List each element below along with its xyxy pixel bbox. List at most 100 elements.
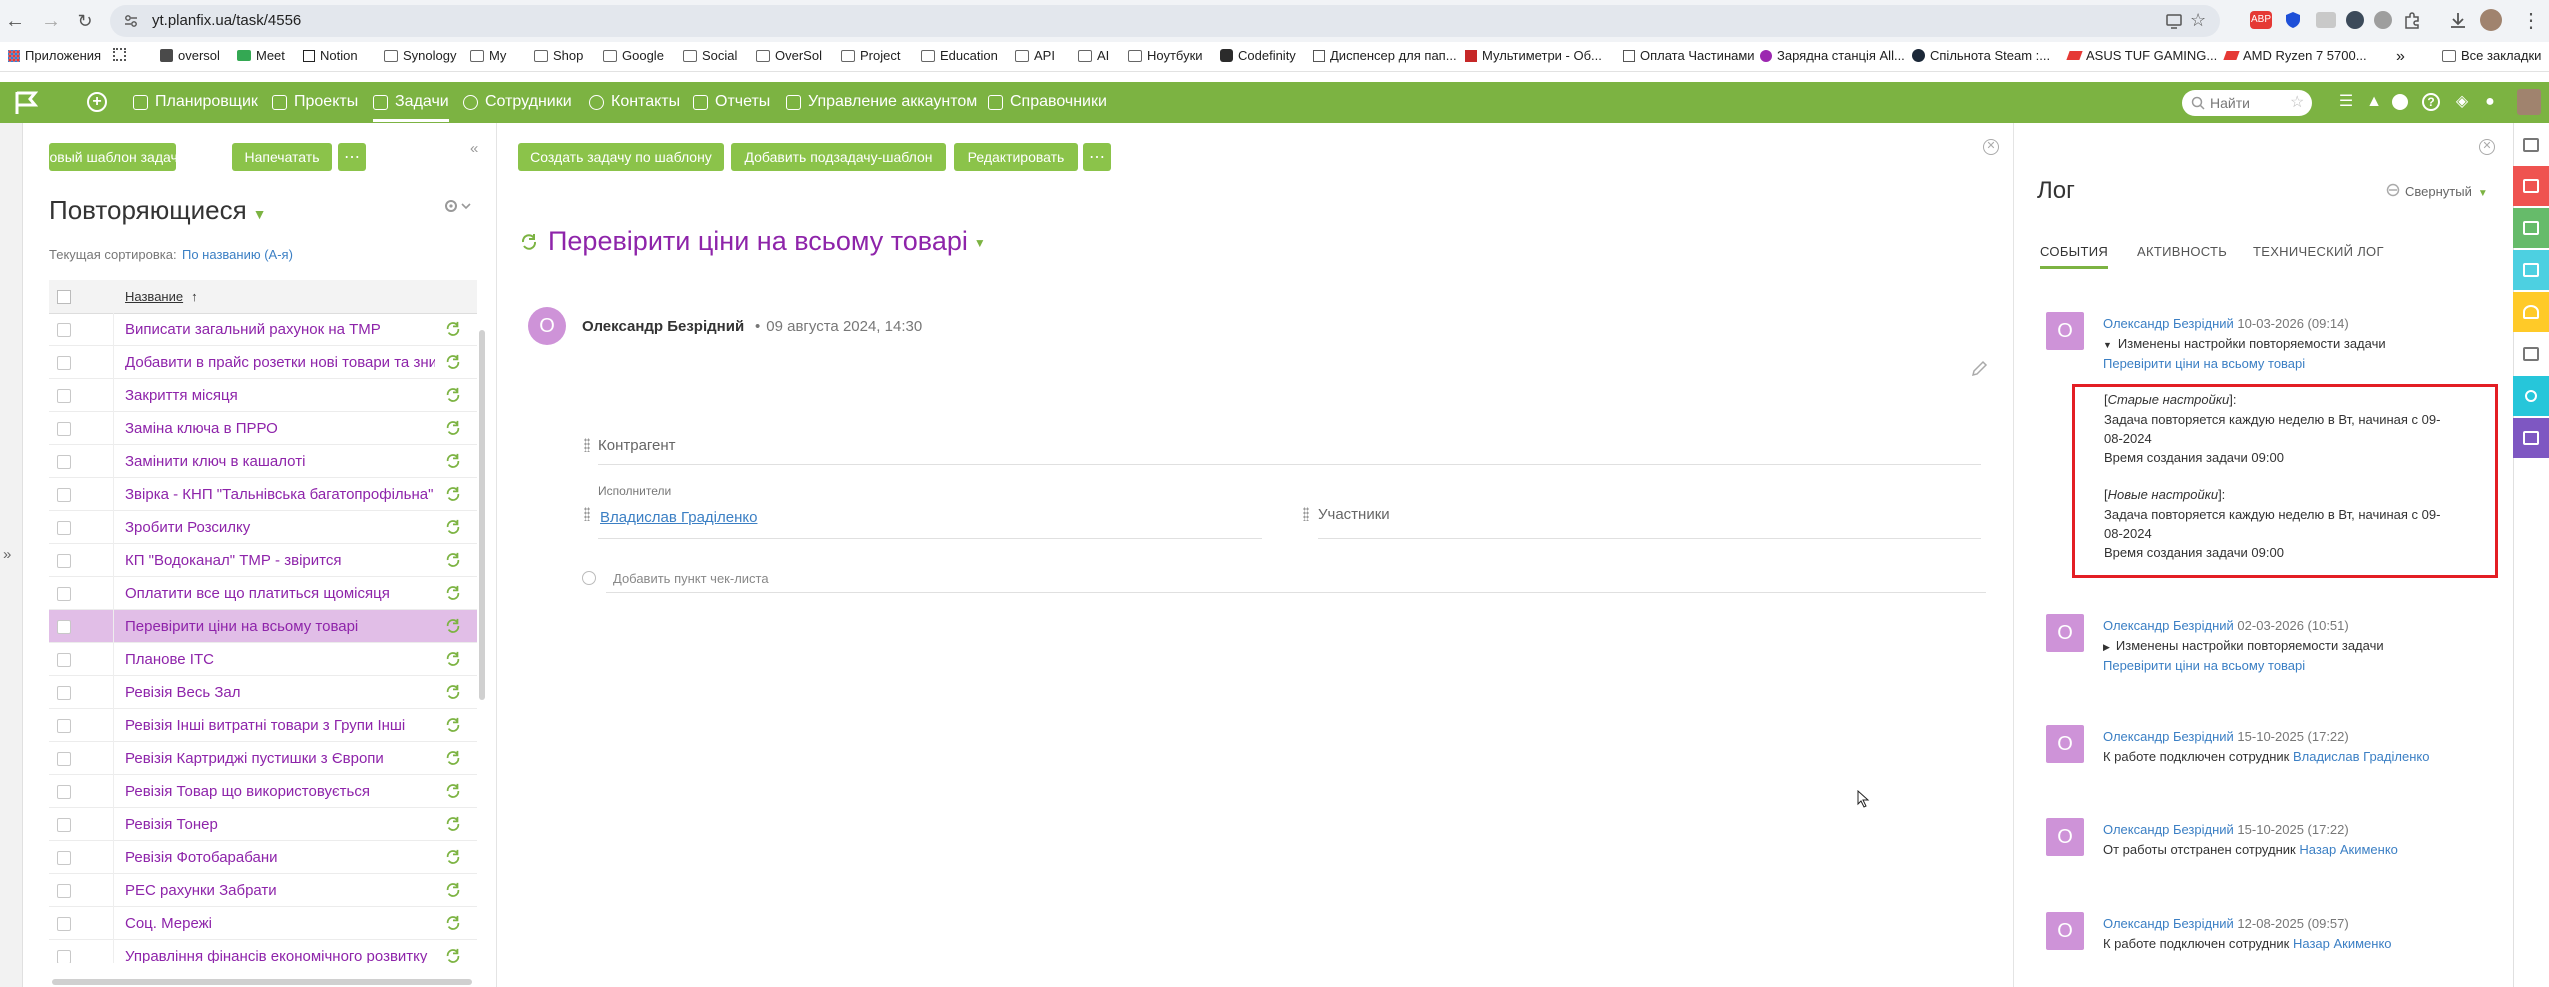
- row-checkbox[interactable]: [57, 488, 71, 502]
- row-checkbox[interactable]: [57, 554, 71, 568]
- log-author-avatar[interactable]: О: [2046, 818, 2084, 856]
- table-row[interactable]: Звірка - КНП "Тальнівська багатопрофільн…: [49, 478, 477, 511]
- bookmark-charging-station[interactable]: Зарядна станція All...: [1760, 48, 1905, 63]
- table-row[interactable]: Соц. Мережі: [49, 907, 477, 940]
- close-log-icon[interactable]: ✕: [2479, 139, 2495, 155]
- print-button[interactable]: Напечатать: [232, 143, 332, 171]
- table-row[interactable]: Перевірити ціни на всьому товарі: [49, 610, 477, 643]
- list-scrollbar[interactable]: [479, 330, 485, 700]
- nav-directories[interactable]: Справочники: [988, 93, 1107, 111]
- log-author-link[interactable]: Олександр Безрідний 10-03-2026 (09:14): [2103, 316, 2349, 331]
- drag-handle-icon[interactable]: [584, 507, 590, 521]
- table-row[interactable]: Ревізія Тонер: [49, 808, 477, 841]
- bookmark-project[interactable]: Project: [841, 48, 900, 63]
- add-checklist-item-input[interactable]: Добавить пункт чек-листа: [613, 571, 769, 586]
- pin-icon[interactable]: ▲: [2364, 92, 2384, 112]
- log-author-avatar[interactable]: О: [2046, 912, 2084, 950]
- bookmark-oversol-folder[interactable]: OverSol: [756, 48, 822, 63]
- log-author-link[interactable]: Олександр Безрідний 02-03-2026 (10:51): [2103, 618, 2349, 633]
- select-all-checkbox[interactable]: [57, 290, 71, 304]
- log-author-avatar[interactable]: О: [2046, 725, 2084, 763]
- nav-tasks[interactable]: Задачи: [373, 93, 449, 122]
- log-employee-link[interactable]: Назар Акименко: [2299, 842, 2398, 857]
- bookmarks-overflow-icon[interactable]: »: [2396, 48, 2405, 66]
- row-checkbox[interactable]: [57, 587, 71, 601]
- address-bar[interactable]: yt.planfix.ua/task/4556 ☆: [110, 5, 2220, 37]
- log-task-link[interactable]: Перевірити ціни на всьому товарі: [2103, 356, 2305, 371]
- download-icon[interactable]: [2448, 10, 2468, 30]
- site-info-icon[interactable]: [124, 14, 138, 28]
- sidebar-files-icon[interactable]: [2513, 250, 2549, 290]
- tab-extension-icon[interactable]: [2346, 11, 2364, 29]
- favorite-star-icon[interactable]: ☆: [2290, 92, 2304, 112]
- create-task-from-template-button[interactable]: Создать задачу по шаблону: [518, 143, 724, 171]
- bookmark-ai[interactable]: AI: [1078, 48, 1109, 63]
- user-avatar[interactable]: [2517, 89, 2541, 115]
- table-row[interactable]: КП "Водоканал" ТМР - звірится: [49, 544, 477, 577]
- row-checkbox[interactable]: [57, 389, 71, 403]
- table-row[interactable]: Закриття місяця: [49, 379, 477, 412]
- row-checkbox[interactable]: [57, 653, 71, 667]
- row-checkbox[interactable]: [57, 686, 71, 700]
- adblock-extension-icon[interactable]: ABP: [2250, 11, 2272, 29]
- table-row[interactable]: Замінити ключ в кашалоті: [49, 445, 477, 478]
- table-row[interactable]: Ревізія Весь Зал: [49, 676, 477, 709]
- bookmark-google[interactable]: Google: [603, 48, 664, 63]
- sidebar-reminders-icon[interactable]: [2513, 292, 2549, 332]
- help-icon[interactable]: ?: [2422, 93, 2440, 111]
- drag-handle-icon[interactable]: [1303, 507, 1309, 521]
- drag-handle-icon[interactable]: [584, 438, 590, 452]
- edit-button[interactable]: Редактировать: [954, 143, 1078, 171]
- nav-contacts[interactable]: Контакты: [589, 93, 680, 111]
- log-author-avatar[interactable]: О: [2046, 312, 2084, 350]
- layers-icon[interactable]: ◈: [2452, 92, 2472, 112]
- horizontal-scrollbar[interactable]: [52, 979, 472, 985]
- sidebar-key-icon[interactable]: [2513, 376, 2549, 416]
- participants-field[interactable]: Участники: [1318, 506, 1390, 523]
- column-name-header[interactable]: Название ↑: [125, 289, 198, 304]
- row-checkbox[interactable]: [57, 521, 71, 535]
- table-row[interactable]: Ревізія Інші витратні товари з Групи Інш…: [49, 709, 477, 742]
- add-subtask-template-button[interactable]: Добавить подзадачу-шаблон: [731, 143, 946, 171]
- bookmark-star-icon[interactable]: ☆: [2190, 10, 2206, 31]
- table-row[interactable]: Ревізія Фотобарабани: [49, 841, 477, 874]
- left-collapsed-strip[interactable]: »: [0, 123, 23, 987]
- bookmark-dispenser[interactable]: Диспенсер для пап...: [1313, 48, 1457, 63]
- shield-extension-icon[interactable]: [2284, 11, 2302, 29]
- nav-account[interactable]: Управление аккаунтом: [786, 93, 977, 111]
- install-app-icon[interactable]: [2165, 12, 2183, 30]
- time-icon[interactable]: [2392, 94, 2408, 110]
- row-checkbox[interactable]: [57, 620, 71, 634]
- search-input[interactable]: Найти ☆: [2182, 90, 2312, 116]
- row-checkbox[interactable]: [57, 422, 71, 436]
- log-change-toggle[interactable]: ▶ Изменены настройки повторяемости задачи: [2103, 638, 2384, 653]
- bookmark-asus[interactable]: ASUS TUF GAMING...: [2066, 48, 2217, 63]
- log-employee-link[interactable]: Назар Акименко: [2293, 936, 2392, 951]
- task-title[interactable]: Перевірити ціни на всьому товарі ▼: [548, 226, 986, 257]
- bookmark-notion[interactable]: Notion: [303, 48, 358, 63]
- tab-events[interactable]: События: [2040, 244, 2109, 269]
- bookmark-multimeters[interactable]: Мультиметри - Об...: [1465, 48, 1602, 63]
- bookmark-my[interactable]: My: [470, 48, 506, 63]
- bookmark-codefinity[interactable]: Codefinity: [1220, 48, 1296, 63]
- view-mode-icon[interactable]: [2385, 183, 2401, 197]
- log-author-link[interactable]: Олександр Безрідний 15-10-2025 (17:22): [2103, 822, 2349, 837]
- planfix-logo-icon[interactable]: [14, 90, 38, 116]
- bookmark-steam[interactable]: Спільнота Steam :...: [1912, 48, 2050, 63]
- view-mode-dropdown[interactable]: Свернутый ▼: [2405, 184, 2488, 199]
- expand-arrows-icon[interactable]: »: [3, 546, 11, 563]
- nav-planner[interactable]: Планировщик: [133, 93, 258, 111]
- bookmark-installments[interactable]: Оплата Частинами: [1623, 48, 1755, 63]
- table-row[interactable]: Планове ІТС: [49, 643, 477, 676]
- tab-technical-log[interactable]: Технический лог: [2253, 244, 2384, 259]
- row-checkbox[interactable]: [57, 917, 71, 931]
- add-new-icon[interactable]: +: [87, 92, 107, 112]
- nav-projects[interactable]: Проекты: [272, 93, 358, 111]
- more-actions-button[interactable]: ⋯: [338, 143, 366, 171]
- nav-reports[interactable]: Отчеты: [693, 93, 770, 111]
- forward-icon[interactable]: →: [38, 8, 64, 34]
- browser-menu-icon[interactable]: ⋮: [2521, 8, 2541, 33]
- log-task-link[interactable]: Перевірити ціни на всьому товарі: [2103, 658, 2305, 673]
- executor-link[interactable]: Владислав Граділенко: [600, 509, 757, 526]
- row-checkbox[interactable]: [57, 785, 71, 799]
